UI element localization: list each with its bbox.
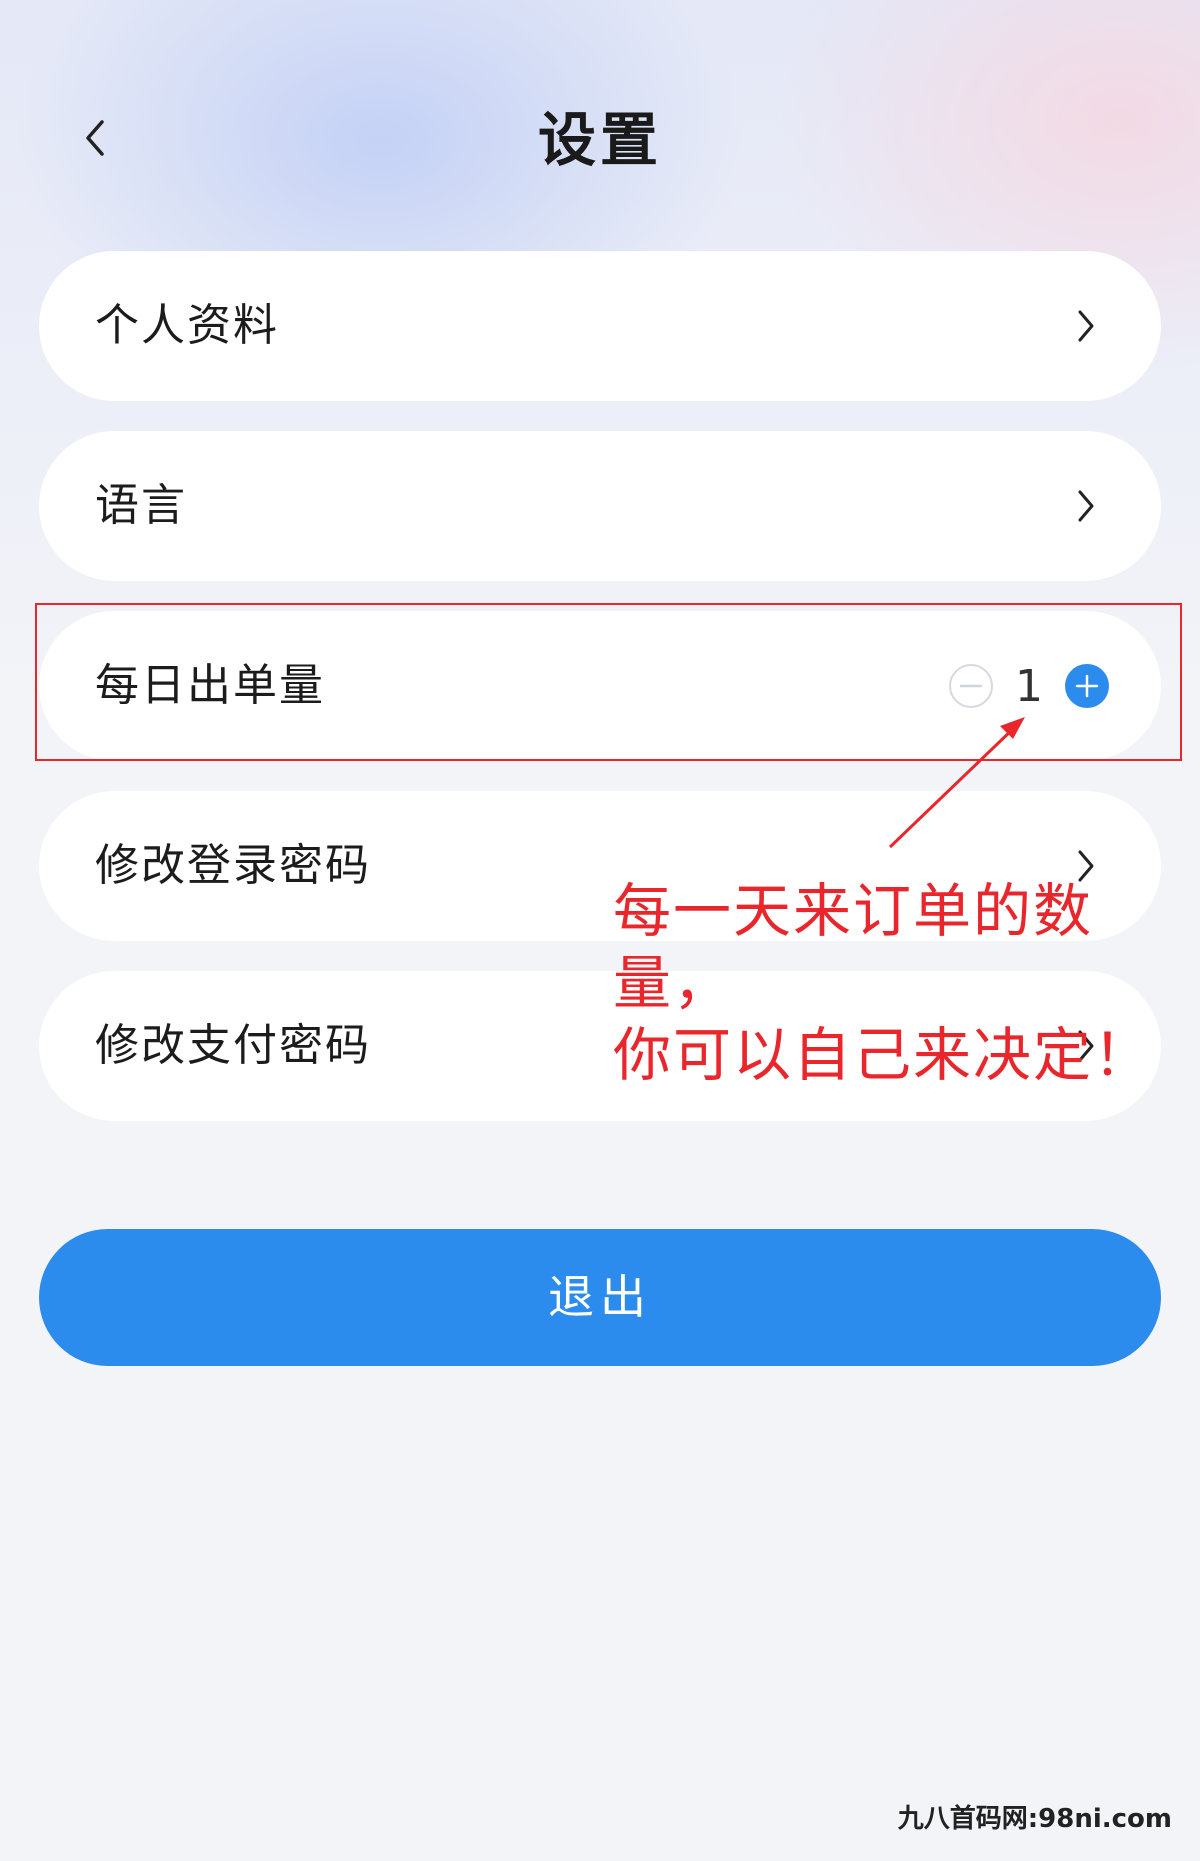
settings-item-label: 修改支付密码: [95, 1020, 371, 1071]
annotation-arrow: [888, 717, 1025, 849]
watermark: 九八首码网:98ni.com: [897, 1804, 1172, 1834]
annotation-text: 每一天来订单的数量， 你可以自己来决定！: [613, 875, 1173, 1091]
annotation-line-1: 每一天来订单的数量，: [613, 877, 1094, 1017]
logout-button[interactable]: 退出: [39, 1229, 1161, 1366]
annotation-line-2: 你可以自己来决定！: [613, 1021, 1154, 1089]
